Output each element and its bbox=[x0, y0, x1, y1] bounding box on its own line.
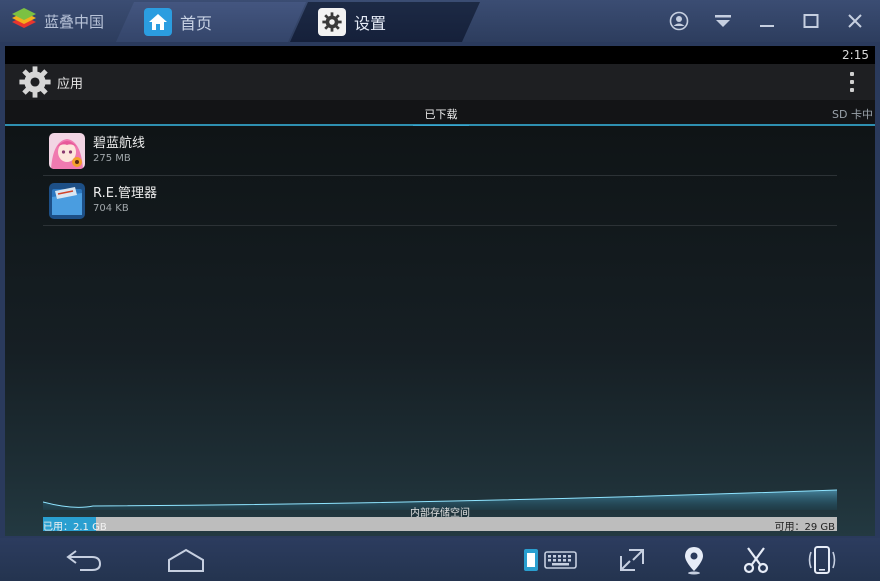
gear-icon bbox=[318, 8, 346, 36]
app-size: 275 MB bbox=[93, 153, 131, 164]
screenshot-scissors-icon[interactable] bbox=[738, 543, 774, 577]
list-item[interactable]: 碧蓝航线 275 MB bbox=[43, 126, 837, 176]
title-bar: 蓝叠中国 首页 设置 bbox=[0, 0, 880, 42]
app-name: 碧蓝航线 bbox=[93, 136, 146, 151]
fullscreen-icon[interactable] bbox=[612, 543, 652, 577]
close-icon[interactable] bbox=[840, 6, 870, 36]
android-screen: 2:15 应用 已下载 SD 卡中 碧蓝航线 275 MB R.E.管理器 70… bbox=[5, 46, 875, 536]
emulator-toolbar bbox=[0, 538, 880, 581]
clock: 2:15 bbox=[842, 48, 869, 62]
app-list-tabs: 已下载 SD 卡中 bbox=[5, 100, 875, 128]
tab-home[interactable]: 首页 bbox=[116, 2, 306, 42]
minimize-icon[interactable] bbox=[752, 6, 782, 36]
back-icon[interactable] bbox=[62, 543, 106, 577]
app-info: R.E.管理器 704 KB bbox=[93, 185, 157, 216]
tab-settings[interactable]: 设置 bbox=[290, 2, 480, 42]
storage-used-text: 已用：2.1 GB bbox=[43, 522, 107, 533]
rotate-phone-icon[interactable] bbox=[802, 543, 842, 577]
page-title: 应用 bbox=[57, 76, 84, 92]
list-item[interactable]: R.E.管理器 704 KB bbox=[43, 176, 837, 226]
settings-gear-icon[interactable] bbox=[17, 64, 53, 100]
app-size: 704 KB bbox=[93, 203, 129, 214]
home-icon bbox=[144, 8, 172, 36]
status-bar: 2:15 bbox=[5, 46, 875, 64]
app-info: 碧蓝航线 275 MB bbox=[93, 135, 145, 166]
app-list: 碧蓝航线 275 MB R.E.管理器 704 KB 内部存储空间 已用：2.1… bbox=[5, 126, 875, 536]
overflow-menu-icon[interactable] bbox=[849, 72, 855, 92]
tab-sd-card[interactable]: SD 卡中 bbox=[832, 106, 873, 122]
storage-free-text: 可用：29 GB bbox=[774, 522, 835, 533]
window-controls bbox=[664, 0, 870, 42]
app-name: R.E.管理器 bbox=[93, 186, 158, 201]
brand-name: 蓝叠中国 bbox=[44, 12, 105, 31]
action-bar: 应用 bbox=[5, 64, 875, 100]
tab-settings-label: 设置 bbox=[354, 14, 387, 33]
maximize-icon[interactable] bbox=[796, 6, 826, 36]
re-manager-app-icon bbox=[49, 182, 85, 219]
account-icon[interactable] bbox=[664, 6, 694, 36]
location-icon[interactable] bbox=[676, 543, 712, 577]
storage-bar: 已用：2.1 GB 可用：29 GB bbox=[43, 517, 837, 533]
emulator-window: 蓝叠中国 首页 设置 2:15 应用 已下载 SD 卡中 碧蓝航线 275 MB… bbox=[0, 0, 880, 581]
keyboard-toggle-icon[interactable] bbox=[520, 543, 580, 577]
azur-lane-app-icon bbox=[49, 132, 85, 169]
tab-home-label: 首页 bbox=[180, 14, 213, 33]
dropdown-menu-icon[interactable] bbox=[708, 6, 738, 36]
bluestacks-logo-icon bbox=[10, 8, 38, 34]
home-outline-icon[interactable] bbox=[164, 543, 208, 577]
tab-downloaded[interactable]: 已下载 bbox=[413, 106, 469, 128]
